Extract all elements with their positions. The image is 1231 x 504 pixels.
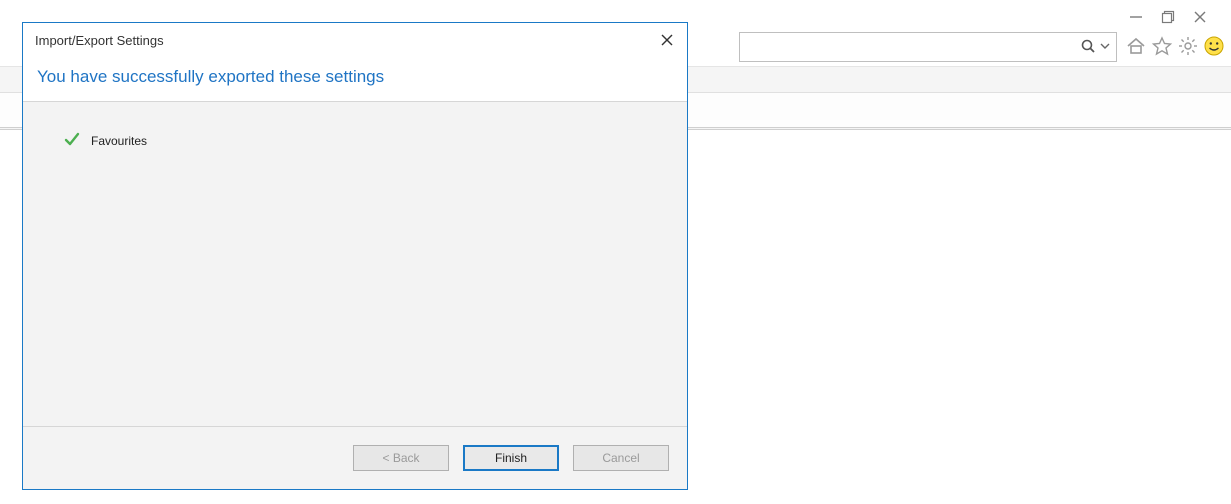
minimize-button[interactable]	[1129, 10, 1143, 24]
maximize-button[interactable]	[1161, 10, 1175, 24]
dialog-footer: < Back Finish Cancel	[23, 426, 687, 489]
gear-icon[interactable]	[1177, 35, 1199, 60]
finish-button[interactable]: Finish	[463, 445, 559, 471]
import-export-dialog: Import/Export Settings You have successf…	[22, 22, 688, 490]
back-button: < Back	[353, 445, 449, 471]
dialog-titlebar: Import/Export Settings	[23, 23, 687, 57]
browser-toolbar-right	[739, 32, 1225, 62]
star-icon[interactable]	[1151, 35, 1173, 60]
search-box[interactable]	[739, 32, 1117, 62]
close-icon[interactable]	[657, 30, 677, 50]
close-window-button[interactable]	[1193, 10, 1207, 24]
home-icon[interactable]	[1125, 35, 1147, 60]
smiley-icon[interactable]	[1203, 35, 1225, 60]
dialog-heading: You have successfully exported these set…	[23, 57, 687, 102]
window-controls	[1119, 0, 1231, 36]
export-item: Favourites	[63, 130, 647, 151]
chevron-down-icon[interactable]	[1100, 40, 1110, 54]
cancel-button: Cancel	[573, 445, 669, 471]
dialog-title: Import/Export Settings	[35, 33, 164, 48]
dialog-body: Favourites	[23, 102, 687, 426]
check-icon	[63, 130, 81, 151]
search-icon[interactable]	[1080, 38, 1096, 57]
export-item-label: Favourites	[91, 134, 147, 148]
